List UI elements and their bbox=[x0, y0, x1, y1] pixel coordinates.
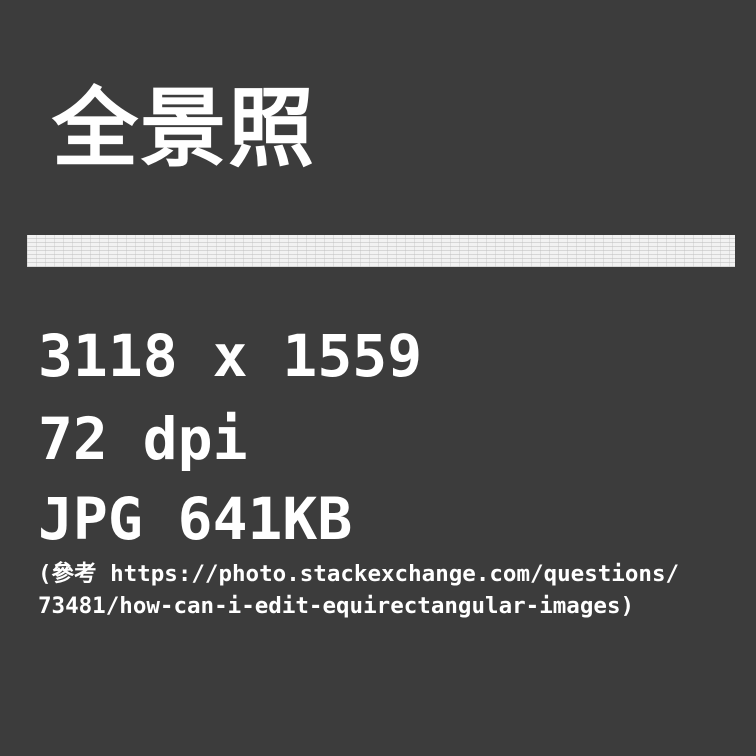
divider-bar bbox=[27, 235, 735, 267]
file-format-size: JPG 641KB bbox=[38, 485, 353, 553]
reference-note: (參考 https://photo.stackexchange.com/ques… bbox=[38, 558, 743, 622]
image-dimensions: 3118 x 1559 bbox=[38, 322, 423, 390]
image-resolution: 72 dpi bbox=[38, 405, 248, 473]
page-title: 全景照 bbox=[52, 79, 316, 179]
reference-line-1: (參考 https://photo.stackexchange.com/ques… bbox=[38, 561, 680, 587]
reference-line-2: 73481/how-can-i-edit-equirectangular-ima… bbox=[38, 593, 635, 619]
